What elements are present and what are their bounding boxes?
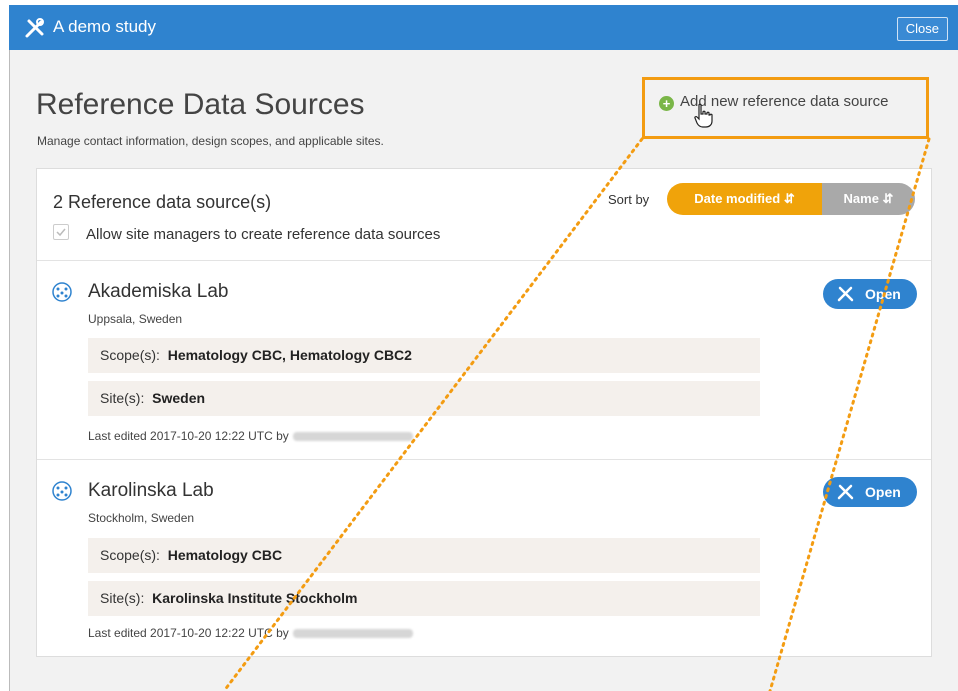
open-button[interactable]: Open bbox=[823, 477, 917, 507]
site-row: Site(s): Sweden bbox=[88, 381, 760, 416]
page-subtitle: Manage contact information, design scope… bbox=[37, 134, 384, 148]
tools-icon bbox=[837, 484, 854, 500]
globe-network-icon bbox=[52, 282, 72, 302]
item-name[interactable]: Akademiska Lab bbox=[88, 281, 228, 303]
last-edited: Last edited 2017-10-20 12:22 UTC by bbox=[88, 626, 413, 640]
redacted-user bbox=[292, 432, 413, 442]
scope-label: Scope(s): bbox=[100, 347, 160, 363]
scope-value: Hematology CBC bbox=[167, 547, 283, 563]
tools-icon bbox=[837, 286, 854, 302]
allow-managers-checkbox[interactable] bbox=[53, 224, 69, 240]
close-button[interactable]: Close bbox=[896, 17, 948, 41]
open-label: Open bbox=[865, 484, 901, 500]
sort-name-button[interactable]: Name ⇵ bbox=[822, 183, 915, 215]
site-row: Site(s): Karolinska Institute Stockholm bbox=[88, 581, 760, 616]
source-count: 2 Reference data source(s) bbox=[53, 192, 272, 212]
scope-value: Hematology CBC, Hematology CBC2 bbox=[167, 347, 412, 363]
site-value: Karolinska Institute Stockholm bbox=[152, 590, 358, 606]
scope-row: Scope(s): Hematology CBC, Hematology CBC… bbox=[88, 338, 760, 373]
tools-icon bbox=[25, 18, 44, 38]
check-icon bbox=[56, 228, 66, 237]
page-title: Reference Data Sources bbox=[36, 88, 365, 121]
app-title: A demo study bbox=[53, 17, 157, 36]
globe-network-icon bbox=[52, 481, 72, 501]
title-bar: A demo study Close bbox=[9, 5, 958, 50]
divider bbox=[37, 260, 931, 261]
open-label: Open bbox=[865, 286, 901, 302]
scope-label: Scope(s): bbox=[100, 547, 160, 563]
open-button[interactable]: Open bbox=[823, 279, 917, 309]
site-label: Site(s): bbox=[100, 590, 145, 606]
scope-row: Scope(s): Hematology CBC bbox=[88, 538, 760, 573]
site-label: Site(s): bbox=[100, 390, 145, 406]
plus-circle-icon: + bbox=[659, 96, 674, 111]
site-value: Sweden bbox=[152, 390, 206, 406]
item-location: Uppsala, Sweden bbox=[88, 312, 183, 326]
allow-managers-label: Allow site managers to create reference … bbox=[86, 226, 441, 243]
last-edited: Last edited 2017-10-20 12:22 UTC by bbox=[88, 429, 413, 443]
item-location: Stockholm, Sweden bbox=[88, 511, 195, 525]
sort-label: Sort by bbox=[608, 192, 650, 207]
divider bbox=[37, 459, 931, 460]
hand-pointer-icon bbox=[694, 103, 713, 128]
last-edited-text: Last edited 2017-10-20 12:22 UTC by bbox=[88, 429, 289, 443]
item-name[interactable]: Karolinska Lab bbox=[88, 480, 214, 502]
sort-date-modified-button[interactable]: Date modified ⇵ bbox=[667, 183, 822, 215]
last-edited-text: Last edited 2017-10-20 12:22 UTC by bbox=[88, 626, 289, 640]
redacted-user bbox=[292, 629, 413, 639]
